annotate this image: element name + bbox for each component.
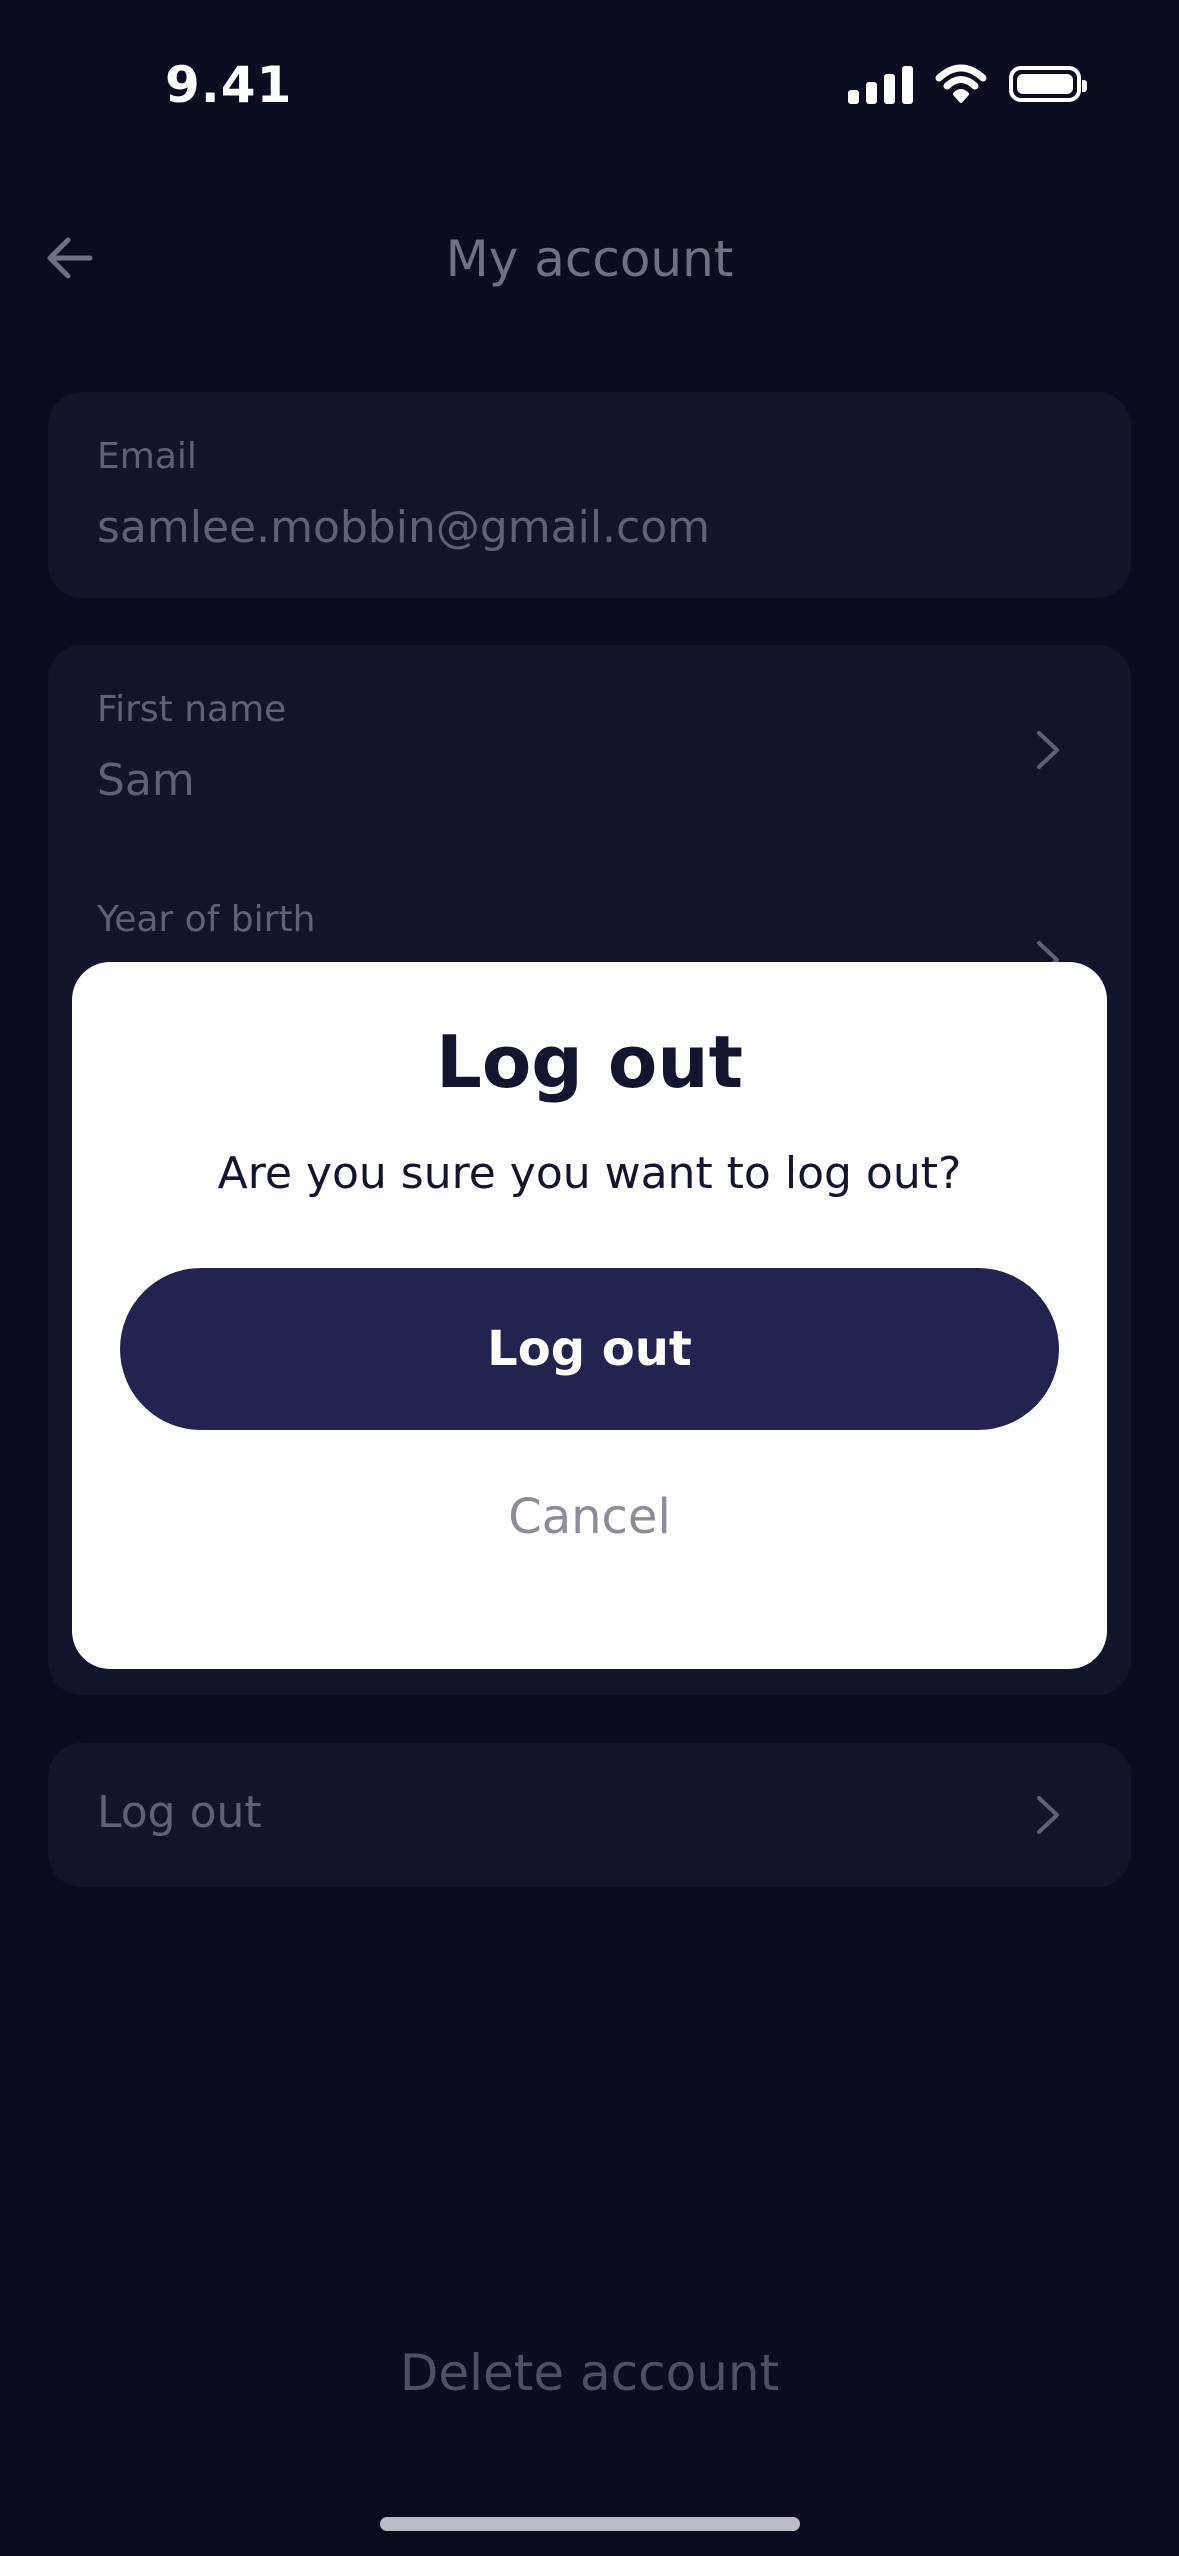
logout-dialog: Log out Are you sure you want to log out… [72, 962, 1107, 1669]
modal-overlay[interactable]: Log out Are you sure you want to log out… [0, 0, 1179, 2556]
dialog-message: Are you sure you want to log out? [217, 1148, 962, 1199]
confirm-logout-button[interactable]: Log out [120, 1268, 1059, 1430]
dialog-title: Log out [435, 1020, 744, 1104]
cancel-button[interactable]: Cancel [402, 1462, 777, 1572]
my-account-screen: 9.41 My account Email samlee.mobbin@gmai… [0, 0, 1179, 2556]
